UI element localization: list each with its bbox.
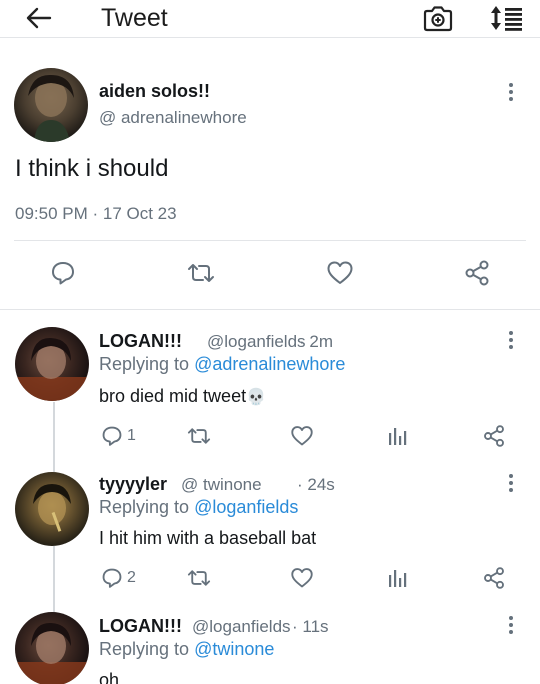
share-icon [465, 260, 489, 286]
tweet-timestamp: 09:50 PM · 17 Oct 23 [15, 204, 177, 223]
retweet-icon [188, 264, 214, 282]
replying-to-line: Replying to @adrenalinewhore [99, 354, 346, 374]
reply-button[interactable]: 1 [101, 424, 136, 448]
share-icon [484, 567, 504, 589]
retweet-button[interactable] [186, 258, 216, 288]
more-dot-icon [509, 83, 513, 87]
reply-author-name[interactable]: LOGAN!!! [99, 616, 182, 637]
reply-author-handle[interactable]: @loganfields [207, 332, 306, 352]
replying-to-line: Replying to @loganfields [99, 497, 299, 517]
divider [14, 240, 526, 241]
share-button[interactable] [482, 424, 506, 448]
skull-emoji: 💀 [246, 389, 266, 406]
replying-to-line: Replying to @twinone [99, 639, 275, 659]
replying-to-mention[interactable]: @loganfields [194, 497, 298, 517]
replying-to-mention[interactable]: @twinone [194, 639, 274, 659]
retweet-icon [187, 428, 211, 444]
author-avatar[interactable] [14, 68, 88, 142]
reply-more-button[interactable] [501, 613, 521, 637]
more-dot-icon [509, 331, 513, 335]
like-button[interactable] [325, 258, 355, 288]
reply-time: · 24s [297, 475, 335, 494]
reply-icon [102, 426, 122, 446]
share-button[interactable] [462, 258, 492, 288]
reply-author-handle[interactable]: @ twinone [181, 475, 262, 495]
reply-icon [52, 262, 74, 285]
reply-text: I hit him with a baseball bat [99, 528, 317, 548]
more-dot-icon [509, 616, 513, 620]
author-name[interactable]: aiden solos!! [99, 81, 210, 102]
reply-text: bro died mid tweet💀 [99, 386, 266, 406]
reply-avatar[interactable] [15, 612, 89, 684]
retweet-button[interactable] [186, 424, 212, 448]
back-button[interactable] [24, 5, 54, 31]
replying-to-mention[interactable]: @adrenalinewhore [194, 354, 345, 374]
analytics-icon [389, 570, 407, 587]
section-divider [0, 309, 540, 310]
reply-icon [102, 568, 122, 588]
heart-icon [291, 568, 313, 588]
back-arrow-icon [26, 7, 52, 29]
tweet-text: I think i should [15, 155, 169, 182]
share-button[interactable] [482, 566, 506, 590]
sort-icon [491, 6, 522, 31]
reply-time: · 2m [299, 332, 333, 351]
page-title: Tweet [101, 4, 168, 32]
more-dot-icon [509, 474, 513, 478]
app-header: Tweet [0, 0, 540, 38]
camera-button[interactable] [423, 4, 453, 32]
thread-connector [53, 546, 55, 614]
reply-time: · 11s [292, 617, 329, 636]
author-handle[interactable]: @ adrenalinewhore [99, 108, 247, 128]
reply-author-name[interactable]: tyyyyler [99, 474, 167, 495]
reply-avatar[interactable] [15, 472, 89, 546]
like-button[interactable] [290, 424, 314, 448]
reply-button[interactable]: 2 [101, 566, 136, 590]
tweet-more-button[interactable] [501, 80, 521, 104]
thread-connector [53, 402, 55, 472]
retweet-icon [187, 570, 211, 586]
retweet-button[interactable] [186, 566, 212, 590]
reply-more-button[interactable] [501, 328, 521, 352]
analytics-icon [389, 428, 407, 445]
reply-count: 2 [127, 569, 136, 586]
reply-text: oh [99, 670, 120, 684]
analytics-button[interactable] [387, 424, 407, 448]
reply-more-button[interactable] [501, 471, 521, 495]
heart-icon [327, 261, 353, 284]
heart-icon [291, 426, 313, 446]
sort-button[interactable] [488, 4, 526, 32]
like-button[interactable] [290, 566, 314, 590]
reply-avatar[interactable] [15, 327, 89, 401]
reply-count: 1 [127, 427, 136, 444]
share-icon [484, 425, 504, 447]
reply-author-handle[interactable]: @loganfields [192, 617, 291, 637]
analytics-button[interactable] [387, 566, 407, 590]
camera-icon [423, 6, 453, 32]
reply-button[interactable] [48, 258, 78, 288]
reply-author-name[interactable]: LOGAN!!! [99, 331, 182, 352]
